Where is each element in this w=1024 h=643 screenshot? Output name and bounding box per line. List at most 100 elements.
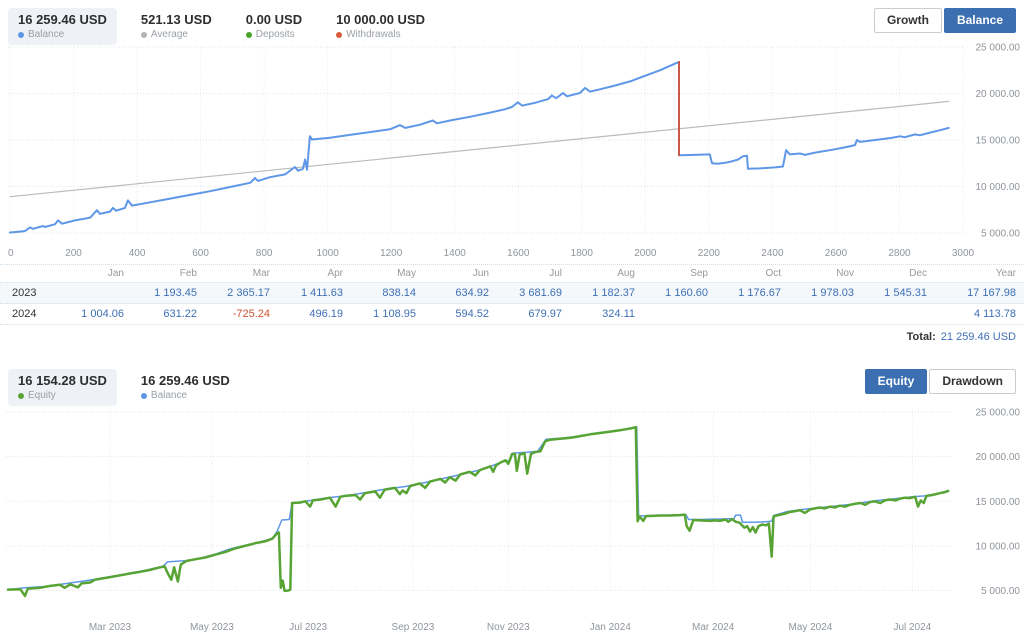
balance-chart[interactable]: 0200400600800100012001400160018002000220… xyxy=(0,42,1024,264)
header-cell-jul: Jul xyxy=(494,268,567,279)
stat-equity[interactable]: 16 154.28 USD Equity xyxy=(8,369,117,406)
balance-header: 16 259.46 USD Balance 521.13 USD Average 0.0… xyxy=(0,0,1024,42)
header-cell-sep: Sep xyxy=(640,268,713,279)
x-tick-label: Jul 2023 xyxy=(289,622,327,633)
x-tick-label: 1000 xyxy=(317,248,340,259)
x-tick-label: 2400 xyxy=(761,248,784,259)
balance-line xyxy=(10,62,949,233)
table-header-row: JanFebMarAprMayJunJulAugSepOctNovDecYear xyxy=(0,265,1024,283)
year-cell: 2024 xyxy=(0,308,56,320)
header-cell-dec: Dec xyxy=(859,268,932,279)
stat-balance[interactable]: 16 259.46 USD Balance xyxy=(131,369,240,406)
header-cell-year: Year xyxy=(932,268,1024,279)
stat-value: 521.13 USD xyxy=(141,13,212,27)
equity-header: 16 154.28 USDEquity16 259.46 USDBalance … xyxy=(0,361,1024,403)
x-tick-label: 1600 xyxy=(507,248,530,259)
tab-growth[interactable]: Growth xyxy=(874,8,942,33)
deposits-dot-icon xyxy=(246,32,252,38)
x-tick-label: 1200 xyxy=(380,248,403,259)
x-tick-label: Mar 2024 xyxy=(692,622,735,633)
balance-dot-icon xyxy=(141,393,147,399)
y-tick-label: 10 000.00 xyxy=(976,182,1021,193)
balance-line xyxy=(8,427,948,590)
month-value-cell: 496.19 xyxy=(275,308,348,320)
equity-dot-icon xyxy=(18,393,24,399)
stat-average[interactable]: 521.13 USD Average xyxy=(131,8,222,45)
monthly-profit-table: JanFebMarAprMayJunJulAugSepOctNovDecYear… xyxy=(0,264,1024,325)
month-value-cell: 594.52 xyxy=(421,308,494,320)
month-value-cell: 1 182.37 xyxy=(567,287,640,299)
balance-tabs: GrowthBalance xyxy=(874,8,1016,33)
header-cell-oct: Oct xyxy=(713,268,786,279)
average-dot-icon xyxy=(141,32,147,38)
y-tick-label: 25 000.00 xyxy=(976,43,1021,54)
x-tick-label: 600 xyxy=(192,248,209,259)
header-cell-mar: Mar xyxy=(202,268,275,279)
month-value-cell: 3 681.69 xyxy=(494,287,567,299)
x-tick-label: 2200 xyxy=(698,248,721,259)
header-cell-feb: Feb xyxy=(129,268,202,279)
year-total-cell: 4 113.78 xyxy=(932,308,1024,320)
stat-balance[interactable]: 16 259.46 USD Balance xyxy=(8,8,117,45)
stat-label: Withdrawals xyxy=(336,29,425,40)
x-tick-label: 400 xyxy=(129,248,146,259)
header-cell-aug: Aug xyxy=(567,268,640,279)
x-tick-label: 0 xyxy=(8,248,14,259)
header-cell-apr: Apr xyxy=(275,268,348,279)
month-value-cell: 1 411.63 xyxy=(275,287,348,299)
y-tick-label: 15 000.00 xyxy=(976,497,1021,508)
month-value-cell: 1 160.60 xyxy=(640,287,713,299)
stat-value: 0.00 USD xyxy=(246,13,302,27)
tab-balance[interactable]: Balance xyxy=(944,8,1016,33)
tab-drawdown[interactable]: Drawdown xyxy=(929,369,1016,394)
x-tick-label: 3000 xyxy=(952,248,975,259)
stat-label: Equity xyxy=(18,390,107,401)
total-label: Total: xyxy=(907,331,936,343)
equity-line xyxy=(8,427,948,596)
month-value-cell: 1 176.67 xyxy=(713,287,786,299)
x-tick-label: 200 xyxy=(65,248,82,259)
balance-section: 16 259.46 USD Balance 521.13 USD Average 0.0… xyxy=(0,0,1024,349)
y-tick-label: 5 000.00 xyxy=(981,229,1020,240)
stat-deposits[interactable]: 0.00 USD Deposits xyxy=(236,8,312,45)
y-tick-label: 10 000.00 xyxy=(976,541,1021,552)
equity-chart[interactable]: Mar 2023May 2023Jul 2023Sep 2023Nov 2023… xyxy=(0,403,1024,638)
x-tick-label: 800 xyxy=(256,248,273,259)
x-tick-label: May 2023 xyxy=(190,622,234,633)
stat-label: Balance xyxy=(18,29,107,40)
equity-stats-legend: 16 154.28 USD Equity 16 259.46 USD Balance xyxy=(8,369,240,406)
stat-withdrawals[interactable]: 10 000.00 USD Withdrawals xyxy=(326,8,435,45)
stat-value: 16 259.46 USD xyxy=(141,374,230,388)
year-cell: 2023 xyxy=(0,287,56,299)
header-cell-nov: Nov xyxy=(786,268,859,279)
withdrawals-dot-icon xyxy=(336,32,342,38)
stat-value: 16 154.28 USD xyxy=(18,374,107,388)
equity-section: 16 154.28 USDEquity16 259.46 USDBalance … xyxy=(0,361,1024,638)
table-row-2024: 20241 004.06631.22-725.24496.191 108.955… xyxy=(0,304,1024,325)
x-tick-label: 1800 xyxy=(571,248,594,259)
table-row-2023: 20231 193.452 365.171 411.63838.14634.92… xyxy=(0,283,1024,304)
x-tick-label: Jan 2024 xyxy=(590,622,632,633)
header-cell-jun: Jun xyxy=(421,268,494,279)
stat-label: Balance xyxy=(141,390,230,401)
month-value-cell: 324.11 xyxy=(567,308,640,320)
month-value-cell: 1 108.95 xyxy=(348,308,421,320)
balance-dot-icon xyxy=(18,32,24,38)
stat-value: 16 259.46 USD xyxy=(18,13,107,27)
month-value-cell: 1 978.03 xyxy=(786,287,859,299)
x-tick-label: May 2024 xyxy=(788,622,832,633)
stat-label: Deposits xyxy=(246,29,302,40)
stat-label: Average xyxy=(141,29,212,40)
y-tick-label: 20 000.00 xyxy=(976,89,1021,100)
year-total-cell: 17 167.98 xyxy=(932,287,1024,299)
month-value-cell: 1 004.06 xyxy=(56,308,129,320)
x-tick-label: 2600 xyxy=(825,248,848,259)
month-value-cell: 634.92 xyxy=(421,287,494,299)
tab-equity[interactable]: Equity xyxy=(865,369,928,394)
month-value-cell: 1 545.31 xyxy=(859,287,932,299)
x-tick-label: Jul 2024 xyxy=(893,622,931,633)
month-value-cell: 838.14 xyxy=(348,287,421,299)
month-value-cell: 2 365.17 xyxy=(202,287,275,299)
equity-tabs: EquityDrawdown xyxy=(865,369,1016,394)
stat-value: 10 000.00 USD xyxy=(336,13,425,27)
